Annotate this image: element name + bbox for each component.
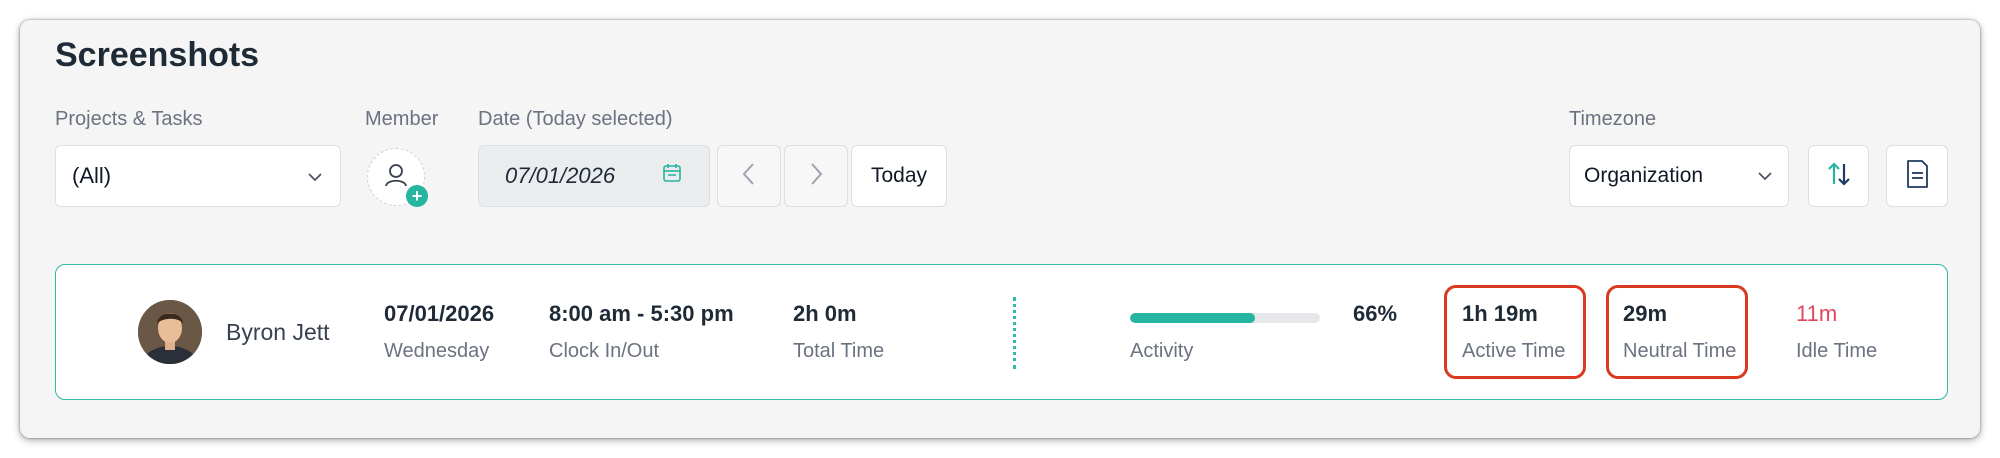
date-label: Date (Today selected)	[478, 108, 673, 130]
idle-time-value: 11m	[1796, 301, 1838, 326]
activity-label: Activity	[1130, 340, 1194, 362]
previous-day-button[interactable]	[717, 145, 781, 207]
activity-bar-fill	[1130, 313, 1256, 323]
timezone-label: Timezone	[1569, 108, 1657, 130]
avatar	[138, 300, 202, 364]
idle-time-label: Idle Time	[1796, 340, 1878, 362]
total-time-value: 2h 0m	[793, 301, 857, 326]
add-member-button[interactable]: +	[367, 148, 428, 207]
active-time-highlight	[1444, 285, 1586, 379]
member-label: Member	[365, 108, 439, 130]
date-picker[interactable]: 07/01/2026	[478, 145, 710, 207]
projects-label: Projects & Tasks	[55, 108, 203, 130]
export-button[interactable]	[1886, 145, 1948, 207]
projects-select[interactable]: (All)	[55, 145, 341, 207]
sort-icon	[1824, 159, 1854, 194]
sort-button[interactable]	[1808, 145, 1869, 207]
screenshots-panel: Screenshots Projects & Tasks (All) Membe…	[20, 20, 1980, 438]
calendar-icon	[661, 162, 683, 190]
plus-icon: +	[406, 185, 428, 207]
timezone-select[interactable]: Organization	[1569, 145, 1789, 207]
projects-select-value: (All)	[72, 163, 112, 188]
chevron-left-icon	[741, 161, 757, 192]
chevron-right-icon	[808, 161, 824, 192]
export-icon	[1902, 158, 1932, 195]
activity-percent: 66%	[1353, 301, 1398, 326]
clock-value: 8:00 am - 5:30 pm	[549, 301, 734, 326]
total-time-label: Total Time	[793, 340, 885, 362]
today-button[interactable]: Today	[851, 145, 947, 207]
timezone-select-value: Organization	[1584, 164, 1704, 187]
member-time-row[interactable]: Byron Jett 07/01/2026 Wednesday 8:00 am …	[55, 264, 1948, 400]
next-day-button[interactable]	[784, 145, 848, 207]
date-value: 07/01/2026	[505, 163, 616, 188]
activity-bar	[1130, 313, 1320, 323]
neutral-time-highlight	[1606, 285, 1748, 379]
divider	[1013, 297, 1016, 369]
page-title: Screenshots	[55, 36, 260, 74]
chevron-down-icon	[1756, 164, 1774, 188]
clock-label: Clock In/Out	[549, 340, 660, 362]
record-weekday: Wednesday	[384, 340, 490, 362]
chevron-down-icon	[306, 163, 324, 189]
add-member-icon	[381, 160, 411, 195]
record-date: 07/01/2026	[384, 301, 495, 326]
member-name: Byron Jett	[226, 319, 330, 345]
